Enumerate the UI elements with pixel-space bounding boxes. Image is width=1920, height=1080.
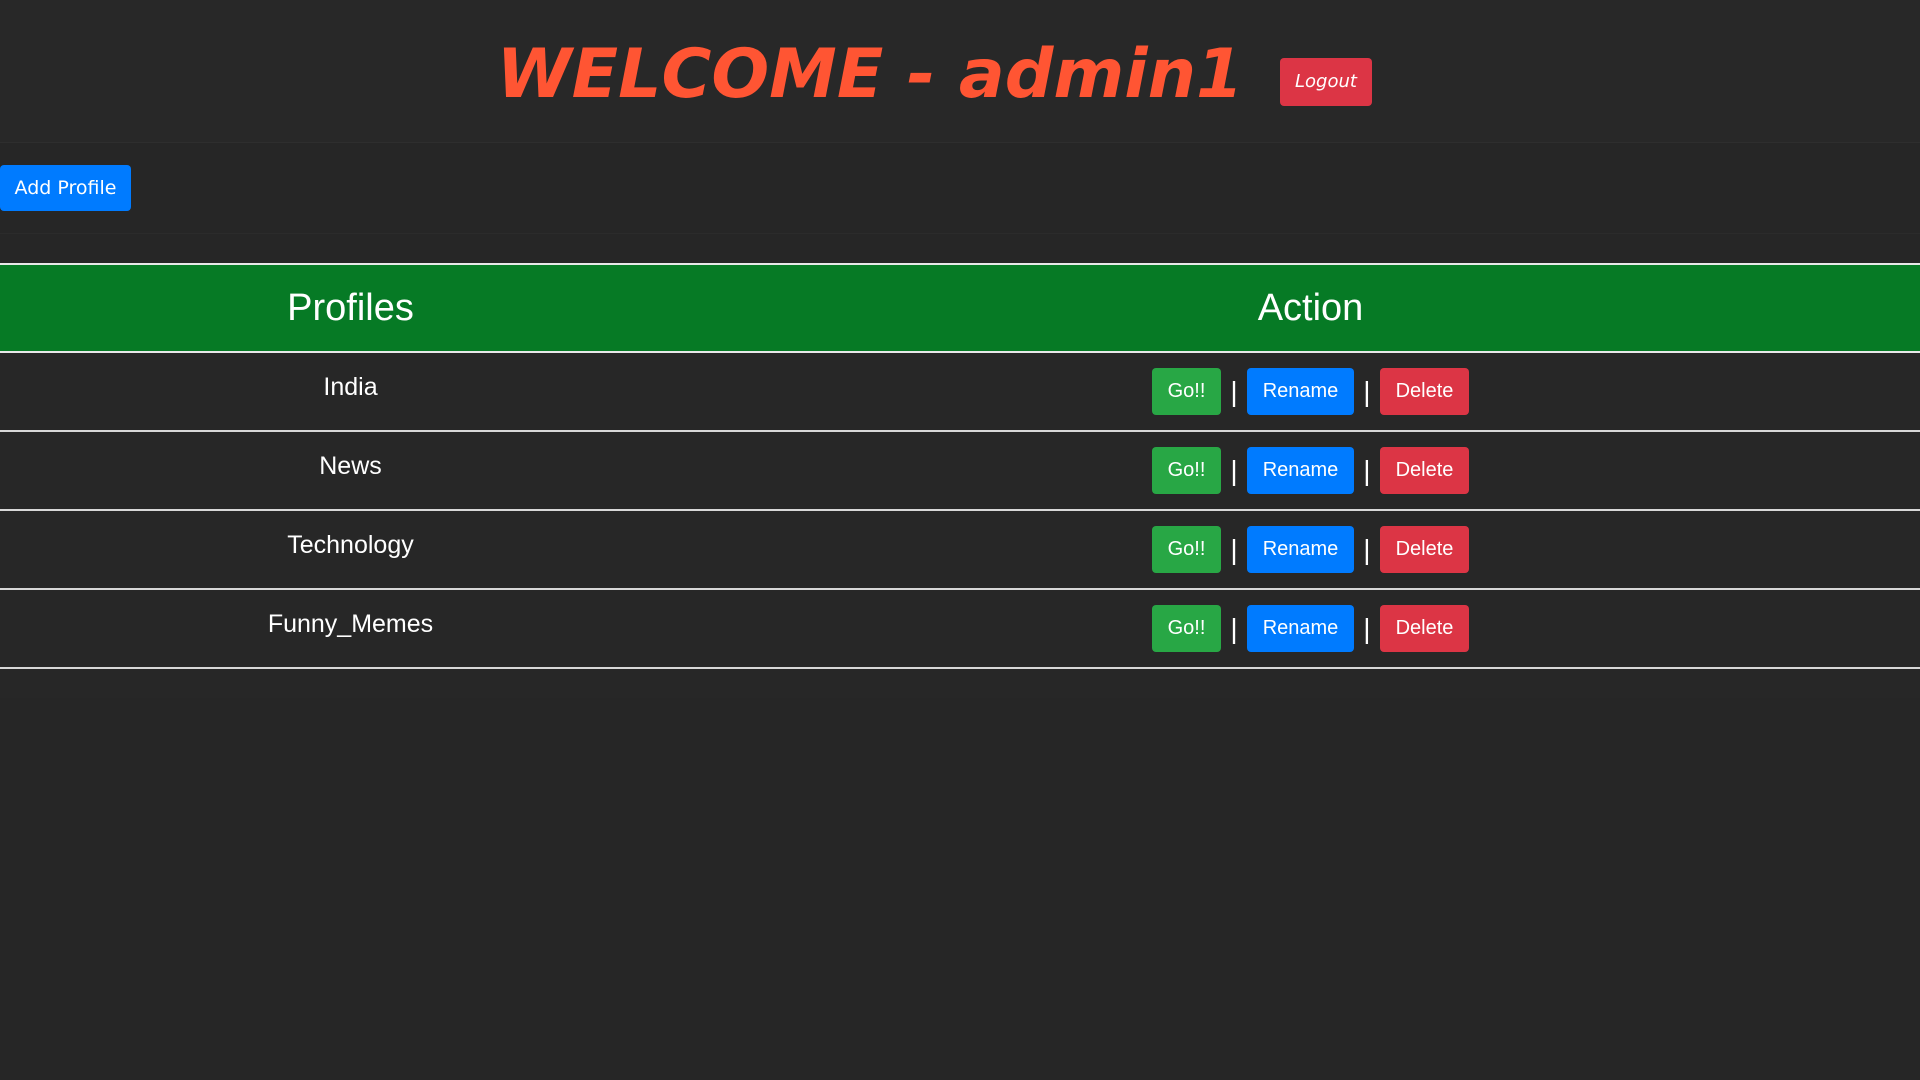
row-actions: Go!! | Rename | Delete (701, 526, 1920, 573)
column-header-action: Action (701, 263, 1920, 353)
column-header-profiles: Profiles (0, 263, 701, 353)
add-profile-button[interactable]: Add Profile (0, 165, 131, 211)
toolbar: Add Profile (0, 143, 1920, 234)
profile-name: India (323, 373, 378, 401)
row-actions: Go!! | Rename | Delete (701, 447, 1920, 494)
separator: | (1230, 375, 1238, 407)
go-button[interactable]: Go!! (1151, 447, 1222, 494)
table-row: India Go!! | Rename | Delete (0, 352, 1920, 431)
page-header: WELCOME - admin1 Logout (0, 0, 1920, 143)
rename-button[interactable]: Rename (1246, 526, 1355, 573)
profiles-table: Profiles Action India Go!! | Rename | De… (0, 263, 1920, 669)
logout-button[interactable]: Logout (1280, 58, 1372, 106)
table-header-row: Profiles Action (0, 263, 1920, 353)
go-button[interactable]: Go!! (1151, 605, 1222, 652)
table-row: Funny_Memes Go!! | Rename | Delete (0, 589, 1920, 668)
separator: | (1363, 454, 1371, 486)
separator: | (1363, 612, 1371, 644)
delete-button[interactable]: Delete (1379, 605, 1470, 652)
row-actions: Go!! | Rename | Delete (701, 368, 1920, 415)
delete-button[interactable]: Delete (1379, 447, 1470, 494)
separator: | (1363, 375, 1371, 407)
profile-name: News (319, 452, 382, 480)
action-cell: Go!! | Rename | Delete (701, 352, 1920, 431)
table-row: News Go!! | Rename | Delete (0, 431, 1920, 510)
separator: | (1230, 612, 1238, 644)
action-cell: Go!! | Rename | Delete (701, 510, 1920, 589)
go-button[interactable]: Go!! (1151, 526, 1222, 573)
separator: | (1230, 454, 1238, 486)
action-cell: Go!! | Rename | Delete (701, 431, 1920, 510)
table-row: Technology Go!! | Rename | Delete (0, 510, 1920, 589)
delete-button[interactable]: Delete (1379, 368, 1470, 415)
rename-button[interactable]: Rename (1246, 368, 1355, 415)
profiles-table-container: Profiles Action India Go!! | Rename | De… (0, 263, 1920, 698)
profile-name: Funny_Memes (267, 610, 434, 638)
rename-button[interactable]: Rename (1246, 605, 1355, 652)
go-button[interactable]: Go!! (1151, 368, 1222, 415)
delete-button[interactable]: Delete (1379, 526, 1470, 573)
row-actions: Go!! | Rename | Delete (701, 605, 1920, 652)
rename-button[interactable]: Rename (1246, 447, 1355, 494)
welcome-title: WELCOME - admin1 (496, 35, 1244, 114)
action-cell: Go!! | Rename | Delete (701, 589, 1920, 668)
profile-name: Technology (287, 531, 414, 559)
separator: | (1230, 533, 1238, 565)
separator: | (1363, 533, 1371, 565)
